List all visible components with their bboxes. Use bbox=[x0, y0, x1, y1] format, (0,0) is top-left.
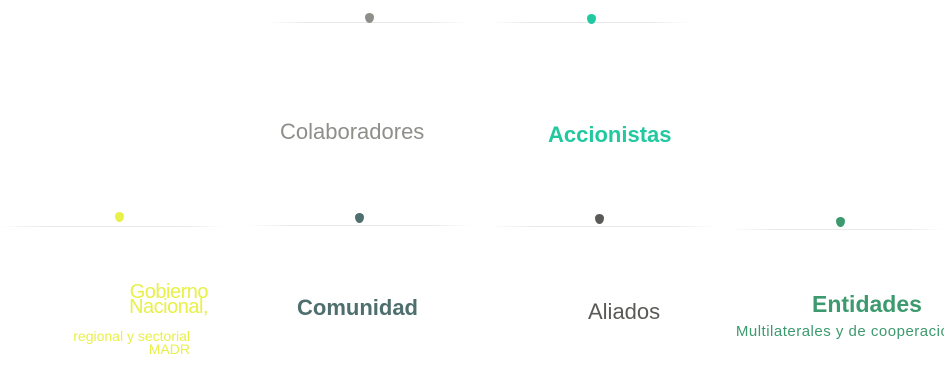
comunidad-label: Comunidad bbox=[297, 295, 418, 320]
gobierno-sublabel: regional y sectorial MADR bbox=[73, 328, 190, 357]
connector-line-gobierno bbox=[0, 226, 225, 227]
connector-line-comunidad bbox=[248, 225, 473, 226]
entidades-label: Entidades bbox=[812, 291, 922, 317]
aliados-marker-icon bbox=[595, 214, 604, 224]
connector-line-entidades bbox=[732, 229, 944, 230]
entidades-sublabel: Multilaterales y de cooperación bbox=[735, 323, 944, 340]
colaboradores-label: Colaboradores bbox=[280, 119, 425, 144]
entidades-marker-icon bbox=[836, 217, 845, 227]
gobierno-label: Gobierno Nacional, bbox=[129, 281, 208, 318]
gobierno-marker-icon bbox=[115, 212, 124, 222]
accionistas-label: Accionistas bbox=[548, 122, 672, 147]
aliados-label: Aliados bbox=[588, 299, 661, 324]
stakeholder-diagram: Colaboradores Accionistas Gobierno Nacio… bbox=[0, 0, 944, 366]
connector-line-aliados bbox=[490, 226, 715, 227]
comunidad-marker-icon bbox=[355, 213, 364, 223]
